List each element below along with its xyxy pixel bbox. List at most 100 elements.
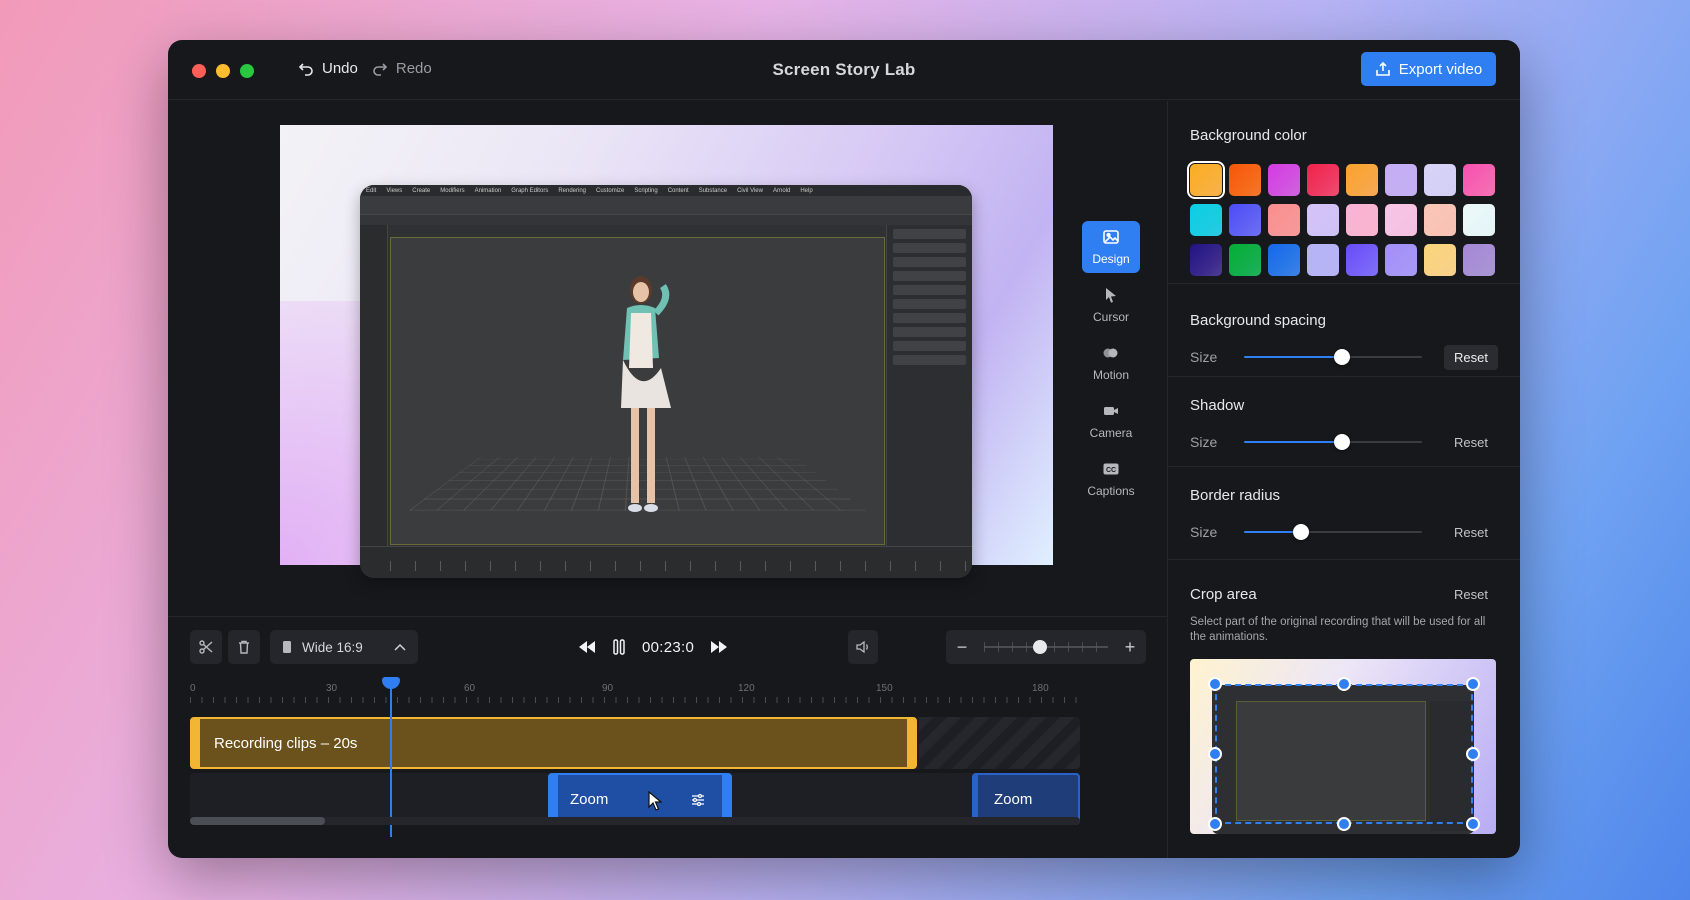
recording-timeline xyxy=(360,546,972,578)
delete-button[interactable] xyxy=(228,630,260,664)
crop-handle-right[interactable] xyxy=(1466,747,1480,761)
crop-handle-bottom-left[interactable] xyxy=(1208,817,1222,831)
color-swatch[interactable] xyxy=(1307,164,1339,196)
size-label: Size xyxy=(1190,349,1244,365)
color-swatch[interactable] xyxy=(1307,244,1339,276)
shadow-reset-button[interactable]: Reset xyxy=(1444,430,1498,455)
color-swatch[interactable] xyxy=(1346,244,1378,276)
recording-menu-item: Customize xyxy=(596,188,624,194)
color-swatch[interactable] xyxy=(1385,164,1417,196)
color-swatch[interactable] xyxy=(1229,164,1261,196)
zoom-out-button[interactable]: − xyxy=(946,637,978,658)
tool-cursor[interactable]: Cursor xyxy=(1082,279,1140,331)
color-swatch[interactable] xyxy=(1424,244,1456,276)
color-swatch[interactable] xyxy=(1424,204,1456,236)
color-swatch[interactable] xyxy=(1229,244,1261,276)
titlebar: Undo Redo Screen Story Lab Export video xyxy=(168,40,1520,100)
image-icon xyxy=(1102,228,1120,246)
timeline-ruler[interactable]: 0 30 60 90 120 150 180 xyxy=(190,677,1080,707)
recording-left-panel xyxy=(360,225,388,555)
color-swatch[interactable] xyxy=(1190,164,1222,196)
recording-command-panel xyxy=(886,225,972,555)
ruler-label: 150 xyxy=(876,683,893,694)
recording-menu-item: Civil View xyxy=(737,188,763,194)
tool-design[interactable]: Design xyxy=(1082,221,1140,273)
crop-handle-top-right[interactable] xyxy=(1466,677,1480,691)
svg-text:CC: CC xyxy=(1106,467,1116,474)
recording-menu-item: Rendering xyxy=(558,188,586,194)
recording-viewport xyxy=(390,237,885,545)
crop-handle-bottom-right[interactable] xyxy=(1466,817,1480,831)
color-swatch[interactable] xyxy=(1268,164,1300,196)
cut-button[interactable] xyxy=(190,630,222,664)
device-icon xyxy=(282,640,292,654)
shadow-slider[interactable] xyxy=(1244,432,1422,452)
color-swatch[interactable] xyxy=(1463,204,1495,236)
recording-menu-item: Content xyxy=(668,188,689,194)
design-panel: Background color Background spacing Size… xyxy=(1167,101,1520,858)
recording-menu-item: Create xyxy=(412,188,430,194)
color-swatch[interactable] xyxy=(1463,164,1495,196)
pause-icon[interactable] xyxy=(612,639,626,655)
crop-preview[interactable] xyxy=(1190,659,1496,834)
rewind-icon[interactable] xyxy=(578,640,596,654)
recording-menu-item: Edit xyxy=(366,188,376,194)
app-title: Screen Story Lab xyxy=(168,60,1520,80)
captions-icon: CC xyxy=(1102,460,1120,478)
zoom-slider-knob[interactable] xyxy=(1033,640,1047,654)
recording-menu-item: Arnold xyxy=(773,188,790,194)
background-color-title: Background color xyxy=(1190,127,1498,144)
border-radius-slider[interactable] xyxy=(1244,522,1422,542)
scissors-icon xyxy=(198,639,214,655)
background-spacing-slider[interactable] xyxy=(1244,347,1422,367)
recording-track: Recording clips – 20s xyxy=(190,717,1080,769)
empty-track-area xyxy=(919,717,1080,769)
color-swatch[interactable] xyxy=(1463,244,1495,276)
color-swatch[interactable] xyxy=(1268,204,1300,236)
color-swatch[interactable] xyxy=(1307,204,1339,236)
preview-area: Edit Views Create Modifiers Animation Graph E… xyxy=(168,101,1168,616)
color-swatch[interactable] xyxy=(1190,244,1222,276)
tool-captions[interactable]: CC Captions xyxy=(1082,453,1140,505)
scrollbar-thumb[interactable] xyxy=(190,817,325,825)
recording-menu-item: Animation xyxy=(475,188,502,194)
export-video-button[interactable]: Export video xyxy=(1361,52,1496,86)
tool-camera[interactable]: Camera xyxy=(1082,395,1140,447)
color-swatch[interactable] xyxy=(1190,204,1222,236)
playhead[interactable] xyxy=(390,677,392,837)
background-spacing-section: Background spacing Size Reset xyxy=(1168,283,1520,375)
color-swatch[interactable] xyxy=(1229,204,1261,236)
slider-knob[interactable] xyxy=(1293,524,1309,540)
color-swatch[interactable] xyxy=(1346,164,1378,196)
crop-handle-top-left[interactable] xyxy=(1208,677,1222,691)
color-swatch[interactable] xyxy=(1385,244,1417,276)
fast-forward-icon[interactable] xyxy=(710,640,728,654)
color-swatch[interactable] xyxy=(1424,164,1456,196)
volume-button[interactable] xyxy=(848,630,878,664)
crop-handle-left[interactable] xyxy=(1208,747,1222,761)
slider-knob[interactable] xyxy=(1334,434,1350,450)
tool-motion-label: Motion xyxy=(1093,368,1129,382)
crop-area-reset-button[interactable]: Reset xyxy=(1444,587,1498,602)
color-swatch[interactable] xyxy=(1268,244,1300,276)
zoom-in-button[interactable]: + xyxy=(1114,637,1146,658)
border-radius-reset-button[interactable]: Reset xyxy=(1444,520,1498,545)
crop-handle-top[interactable] xyxy=(1337,677,1351,691)
recording-clip[interactable]: Recording clips – 20s xyxy=(190,717,917,769)
color-swatch[interactable] xyxy=(1346,204,1378,236)
crop-handle-bottom[interactable] xyxy=(1337,817,1351,831)
tool-camera-label: Camera xyxy=(1090,426,1133,440)
crop-selection[interactable] xyxy=(1215,684,1473,824)
timeline-zoom-slider[interactable] xyxy=(978,637,1114,657)
shadow-title: Shadow xyxy=(1190,397,1498,414)
settings-sliders-icon[interactable] xyxy=(690,792,706,808)
timeline-scrollbar[interactable] xyxy=(190,817,1080,825)
color-swatch[interactable] xyxy=(1385,204,1417,236)
slider-knob[interactable] xyxy=(1334,349,1350,365)
recording-preview[interactable]: Edit Views Create Modifiers Animation Graph E… xyxy=(360,185,972,578)
tool-motion[interactable]: Motion xyxy=(1082,337,1140,389)
aspect-ratio-select[interactable]: Wide 16:9 xyxy=(270,630,418,664)
recording-ribbon xyxy=(360,215,972,225)
background-spacing-reset-button[interactable]: Reset xyxy=(1444,345,1498,370)
border-radius-row: Size Reset xyxy=(1190,518,1498,546)
